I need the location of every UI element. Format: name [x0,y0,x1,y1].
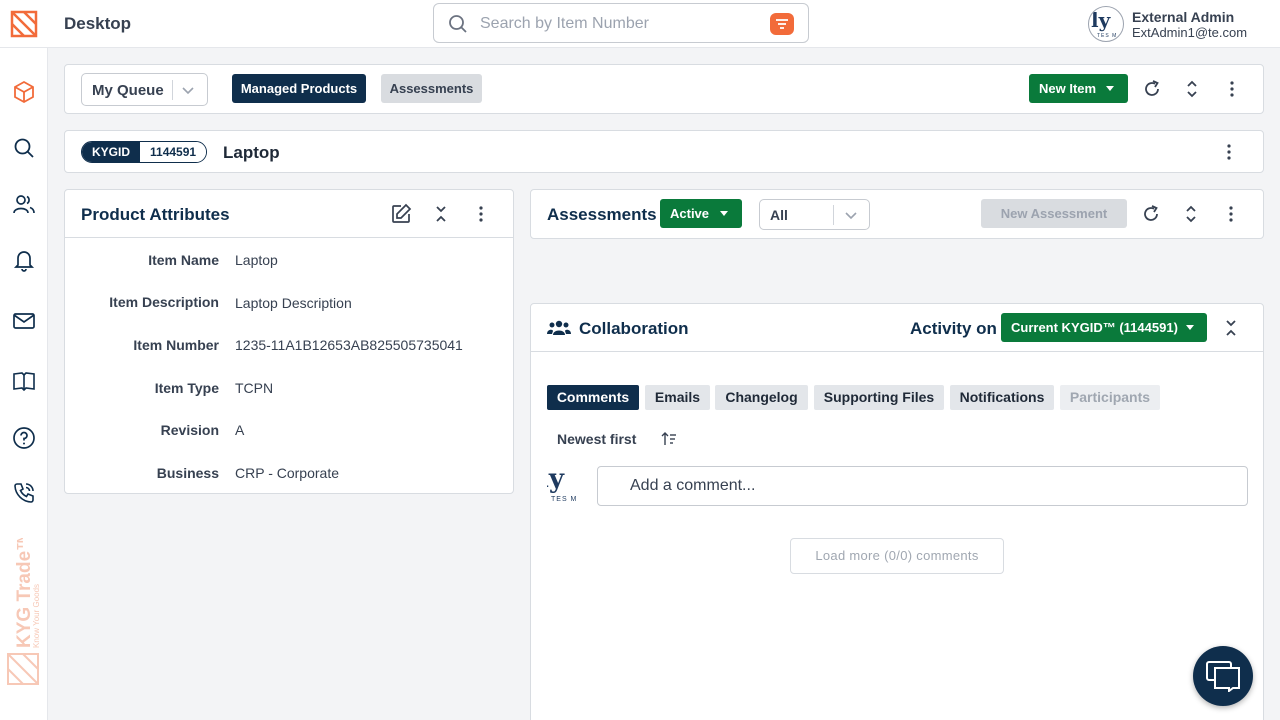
item-title: Laptop [223,143,280,162]
chat-button[interactable] [1193,646,1253,706]
status-select[interactable]: Active [660,199,742,228]
attribute-row: Item Number 1235-11A1B12653AB82550573504… [133,337,463,353]
panel-header: Product Attributes [65,190,513,238]
assessment-filter-select[interactable]: All [759,199,870,230]
group-icon [547,320,571,335]
product-attributes-panel: Product Attributes Item Name Laptop Item… [64,189,514,494]
sidebar: KYG Trade™ Know Your Goods [0,48,48,720]
search-nav-icon[interactable] [12,136,36,160]
chevron-down-icon [182,87,194,95]
filter-icon [776,19,788,29]
top-bar: Desktop Search by Item Number ly TES M E… [0,0,1280,48]
attribute-row: Item Description Laptop Description [109,294,352,311]
more-vertical-icon[interactable] [1217,140,1241,164]
tab-changelog[interactable]: Changelog [715,385,808,410]
comment-input[interactable]: Add a comment... [597,466,1248,506]
tab-managed-products[interactable]: Managed Products [232,74,366,103]
chevron-down-icon [845,212,857,220]
brand-watermark: KYG Trade™ Know Your Goods [7,538,41,685]
kygid-value: 1144591 [140,142,207,162]
app-logo-icon[interactable] [10,10,38,38]
avatar: ly TES M [547,464,578,503]
phone-icon[interactable] [12,481,36,505]
activity-label: Activity on [910,319,997,338]
help-icon[interactable] [12,426,36,450]
tab-comments[interactable]: Comments [547,385,639,410]
search-input[interactable]: Search by Item Number [433,3,809,43]
new-assessment-button[interactable]: New Assessment [981,199,1127,228]
book-icon[interactable] [12,369,36,393]
tab-supporting-files[interactable]: Supporting Files [814,385,944,410]
more-vertical-icon[interactable] [1220,77,1244,101]
sort-label[interactable]: Newest first [557,431,636,447]
load-more-button[interactable]: Load more (0/0) comments [790,538,1004,574]
users-icon[interactable] [12,192,36,216]
collapse-icon[interactable] [429,202,453,226]
tab-emails[interactable]: Emails [645,385,710,410]
kygid-label: KYGID [82,142,141,162]
comment-placeholder: Add a comment... [630,477,756,494]
panel-header: Collaboration Activity on Current KYGID™… [531,304,1263,352]
caret-down-icon [1106,86,1114,91]
collapse-icon[interactable] [1219,316,1243,340]
bell-icon[interactable] [12,248,36,272]
panel-title: Collaboration [579,319,689,338]
chat-icon [1206,661,1240,692]
more-vertical-icon[interactable] [469,202,493,226]
caret-down-icon [1186,325,1194,330]
filter-button[interactable] [770,13,794,35]
attribute-row: Revision A [160,422,245,438]
new-item-button[interactable]: New Item [1029,74,1128,103]
user-email: ExtAdmin1@te.com [1132,25,1248,40]
expand-icon[interactable] [1179,202,1203,226]
edit-icon[interactable] [389,202,413,226]
attribute-row: Business CRP - Corporate [156,465,340,481]
attribute-row: Item Name Laptop [148,252,278,268]
activity-select[interactable]: Current KYGID™ (1144591) [1001,313,1207,342]
panel-title: Product Attributes [81,205,230,224]
user-avatar[interactable]: ly TES M [1088,6,1124,42]
kygid-badge: KYGID 1144591 [81,141,208,163]
more-vertical-icon[interactable] [1219,202,1243,226]
tab-participants[interactable]: Participants [1060,385,1160,410]
refresh-icon[interactable] [1140,77,1164,101]
page-title: Desktop [64,14,132,33]
collaboration-panel: Collaboration Activity on Current KYGID™… [530,303,1264,720]
products-box-icon[interactable] [12,80,36,104]
search-placeholder: Search by Item Number [480,15,649,32]
tab-notifications[interactable]: Notifications [950,385,1054,410]
queue-select[interactable]: My Queue [81,73,208,106]
queue-toolbar: My Queue Managed Products Assessments Ne… [64,64,1264,114]
caret-down-icon [720,211,728,216]
item-header: KYGID 1144591 Laptop [64,130,1264,173]
user-name: External Admin [1132,9,1235,25]
sort-icon[interactable] [661,431,677,447]
attribute-row: Item Type TCPN [154,380,274,396]
expand-icon[interactable] [1180,77,1204,101]
search-icon [449,15,467,33]
refresh-icon[interactable] [1139,202,1163,226]
mail-icon[interactable] [12,309,36,333]
panel-title: Assessments [547,205,657,224]
brand-tagline: Know Your Goods [32,584,41,648]
tab-assessments[interactable]: Assessments [381,74,482,103]
assessments-panel: Assessments Active All New Assessment [530,189,1264,239]
